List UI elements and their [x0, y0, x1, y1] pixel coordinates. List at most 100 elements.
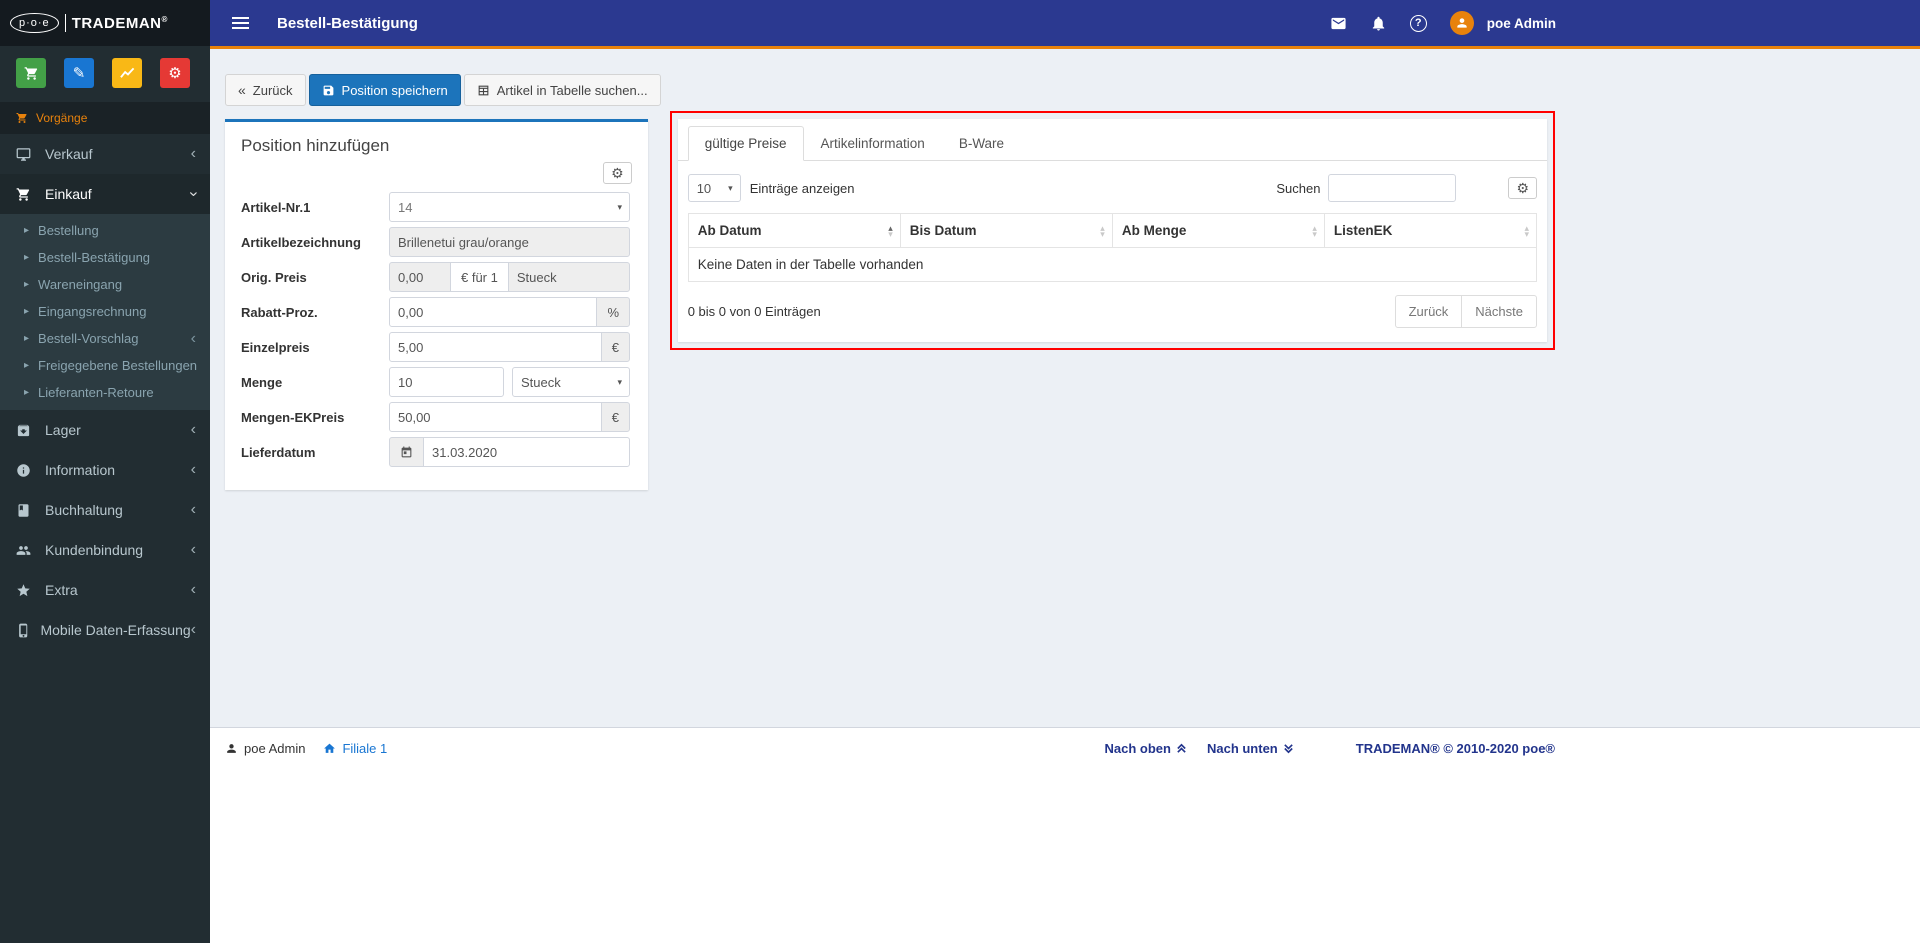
search-label: Suchen [1276, 180, 1321, 196]
page-length-select[interactable]: 10 ▾ [687, 174, 741, 202]
notifications-button[interactable] [1370, 15, 1387, 32]
datatable-controls: 10 ▾ Einträge anzeigen Suchen ⚙ [687, 174, 1537, 202]
column-header-ab-datum[interactable]: Ab Datum ▴ ▾ [687, 213, 901, 248]
column-label: Ab Datum [697, 223, 762, 238]
field-artikelbezeichnung: Artikelbezeichnung [241, 227, 632, 257]
sidebar-item-information[interactable]: Information ‹ [0, 450, 210, 490]
chevron-left-icon: ‹ [190, 421, 196, 438]
quick-settings-button[interactable]: ⚙ [160, 58, 190, 88]
empty-row: Keine Daten in der Tabelle vorhanden [687, 247, 1538, 282]
menge-input[interactable] [389, 367, 504, 397]
bell-icon [1372, 16, 1384, 31]
user-menu[interactable]: poe Admin [1487, 16, 1556, 31]
quick-cart-button[interactable] [16, 58, 46, 88]
brand-logo[interactable]: p·o·e TRADEMAN® [0, 0, 210, 46]
gears-icon: ⚙ [611, 165, 624, 181]
save-position-button[interactable]: Position speichern [308, 74, 461, 106]
column-header-listenek[interactable]: ListenEK ▴ ▾ [1323, 213, 1538, 248]
field-einzelpreis: Einzelpreis € [241, 332, 632, 362]
calendar-icon[interactable] [389, 437, 424, 467]
tab-artikelinformation[interactable]: Artikelinformation [804, 126, 942, 161]
column-label: Ab Menge [1121, 223, 1187, 238]
artikelbezeichnung-input[interactable] [389, 227, 630, 257]
sidebar-item-buchhaltung[interactable]: Buchhaltung ‹ [0, 490, 210, 530]
sidebar-item-kundenbindung[interactable]: Kundenbindung ‹ [0, 530, 210, 570]
sidebar-subitem-bestell-vorschlag[interactable]: ▸ Bestell-Vorschlag ‹ [0, 325, 210, 352]
menu-label: Kundenbindung [45, 542, 144, 558]
orig-preis-unit-input[interactable] [507, 262, 630, 292]
field-lieferdatum: Lieferdatum [241, 437, 632, 467]
scroll-bottom-link[interactable]: Nach unten [1207, 741, 1294, 756]
select-caret-icon: ▾ [728, 182, 733, 193]
logo-name: TRADEMAN® [72, 15, 168, 32]
menu-label: Information [45, 462, 116, 478]
sort-icon[interactable]: ▴ ▾ [1100, 223, 1105, 238]
help-button[interactable]: ? [1409, 14, 1427, 32]
form-settings-button[interactable]: ⚙ [603, 162, 632, 184]
chevron-left-icon: ‹ [190, 145, 196, 162]
tab-b-ware[interactable]: B-Ware [942, 126, 1021, 161]
avatar[interactable] [1449, 11, 1474, 35]
submenu-label: Lieferanten-Retoure [38, 385, 154, 400]
menu-label: Buchhaltung [45, 502, 123, 518]
submenu-label: Eingangsrechnung [38, 304, 147, 319]
next-page-button[interactable]: Nächste [1461, 295, 1537, 328]
submenu-label: Freigegebene Bestellungen [38, 358, 198, 373]
chart-line-icon [119, 67, 134, 78]
sidebar-item-verkauf[interactable]: Verkauf ‹ [0, 134, 210, 174]
toolbar: « Zurück Position speichern Artikel in T… [225, 74, 1555, 106]
previous-page-button[interactable]: Zurück [1394, 295, 1463, 328]
lieferdatum-input[interactable] [423, 437, 630, 467]
sidebar-item-mobile-daten-erfassung[interactable]: Mobile Daten-Erfassung ‹ [0, 610, 210, 650]
field-mengen-ekpreis: Mengen-EKPreis € [241, 402, 632, 432]
hamburger-icon[interactable] [220, 12, 261, 34]
submenu-label: Bestell-Bestätigung [38, 250, 151, 265]
column-header-ab-menge[interactable]: Ab Menge ▴ ▾ [1111, 213, 1325, 248]
sidebar-item-extra[interactable]: Extra ‹ [0, 570, 210, 610]
chevron-down-icon: ‹ [184, 191, 202, 197]
column-header-bis-datum[interactable]: Bis Datum ▴ ▾ [899, 213, 1113, 248]
sort-icon[interactable]: ▴ ▾ [888, 223, 893, 238]
logo-registered-mark: ® [161, 14, 168, 24]
chevron-left-icon: ‹ [190, 501, 196, 518]
sidebar-subitem-eingangsrechnung[interactable]: ▸ Eingangsrechnung [0, 298, 210, 325]
tab-gueltige-preise[interactable]: gültige Preise [687, 126, 804, 161]
sidebar-subitem-bestellung[interactable]: ▸ Bestellung [0, 217, 210, 244]
chevron-left-icon: ‹ [190, 461, 196, 478]
artikel-nr-select[interactable]: 14 ▾ [389, 192, 630, 222]
scroll-top-link[interactable]: Nach oben [1105, 741, 1187, 756]
menu-label: Verkauf [45, 146, 93, 162]
menge-unit-select[interactable]: Stueck ▾ [512, 367, 630, 397]
footer-user: poe Admin [225, 741, 305, 756]
sort-icon[interactable]: ▴ ▾ [1312, 223, 1317, 238]
sidebar-item-lager[interactable]: Lager ‹ [0, 410, 210, 450]
footer-branch-link[interactable]: Filiale 1 [323, 741, 387, 756]
orig-preis-input[interactable] [389, 262, 451, 292]
sidebar-subitem-freigegebene-bestellungen[interactable]: ▸ Freigegebene Bestellungen [0, 352, 210, 379]
quick-chart-button[interactable] [112, 58, 142, 88]
sidebar-subitem-wareneingang[interactable]: ▸ Wareneingang [0, 271, 210, 298]
sidebar-subitem-bestell-bestaetigung[interactable]: ▸ Bestell-Bestätigung [0, 244, 210, 271]
einzelpreis-input[interactable] [389, 332, 602, 362]
topbar: Bestell-Bestätigung ? poe Admin [210, 0, 1920, 46]
star-icon [16, 583, 36, 598]
messages-button[interactable] [1330, 15, 1347, 32]
sidebar-subitem-lieferanten-retoure[interactable]: ▸ Lieferanten-Retoure [0, 379, 210, 406]
cart-icon [24, 66, 37, 80]
search-article-table-button[interactable]: Artikel in Tabelle suchen... [463, 74, 661, 106]
table-search-input[interactable] [1328, 174, 1457, 202]
submenu-label: Bestellung [38, 223, 99, 238]
sort-icon[interactable]: ▴ ▾ [1524, 223, 1529, 238]
rabatt-proz-input[interactable] [389, 297, 598, 327]
pagination: Zurück Nächste [1394, 295, 1537, 328]
chevron-left-icon: ‹ [190, 329, 196, 347]
mengen-ekpreis-input[interactable] [389, 402, 602, 432]
back-button[interactable]: « Zurück [225, 74, 306, 106]
datatable-footer: 0 bis 0 von 0 Einträgen Zurück Nächste [688, 295, 1537, 328]
double-chevron-up-icon [1177, 743, 1186, 753]
menu-label: Lager [45, 422, 81, 438]
form-title: Position hinzufügen [241, 136, 390, 155]
table-settings-button[interactable]: ⚙ [1508, 177, 1537, 199]
quick-edit-button[interactable]: ✎ [64, 58, 94, 88]
sidebar-item-einkauf[interactable]: Einkauf ‹ [0, 174, 210, 214]
